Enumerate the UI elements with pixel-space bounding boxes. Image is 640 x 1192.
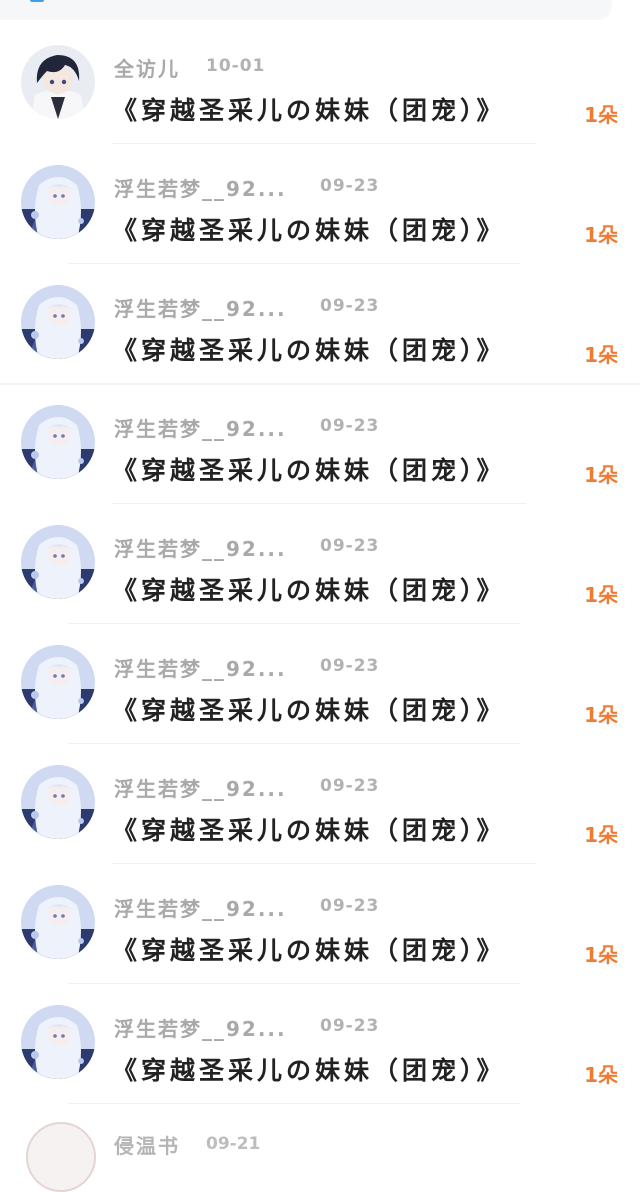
list-item[interactable]: 浮生若梦__92... 09-23 《穿越圣采儿の妹妹（团宠）》 1朵 — [0, 865, 640, 985]
top-card — [0, 0, 612, 20]
date: 09-23 — [320, 656, 380, 676]
username[interactable]: 全访儿 — [114, 53, 180, 82]
avatar-girl-anime-icon — [21, 645, 95, 719]
date: 09-23 — [320, 896, 380, 916]
book-title[interactable]: 《穿越圣采儿の妹妹（团宠）》 — [112, 571, 506, 607]
username[interactable]: 浮生若梦__92... — [114, 773, 287, 802]
avatar[interactable] — [21, 405, 95, 479]
avatar[interactable] — [21, 165, 95, 239]
date: 09-21 — [206, 1134, 261, 1154]
row-divider — [112, 143, 536, 144]
book-title[interactable]: 《穿越圣采儿の妹妹（团宠）》 — [112, 331, 506, 367]
date: 10-01 — [206, 56, 266, 76]
row-divider — [68, 743, 520, 744]
date: 09-23 — [320, 536, 380, 556]
avatar-girl-anime-icon — [21, 405, 95, 479]
username[interactable]: 浮生若梦__92... — [114, 293, 287, 322]
list-item[interactable]: 浮生若梦__92... 09-23 《穿越圣采儿の妹妹（团宠）》 1朵 — [0, 625, 640, 745]
list-item[interactable]: 浮生若梦__92... 09-23 《穿越圣采儿の妹妹（团宠）》 1朵 — [0, 745, 640, 865]
book-title[interactable]: 《穿越圣采儿の妹妹（团宠）》 — [112, 211, 506, 247]
username[interactable]: 浮生若梦__92... — [114, 173, 287, 202]
row-divider — [68, 983, 520, 984]
top-card-accent — [30, 0, 44, 2]
list-item[interactable]: 浮生若梦__92... 09-23 《穿越圣采儿の妹妹（团宠）》 1朵 — [0, 385, 640, 505]
book-title[interactable]: 《穿越圣采儿の妹妹（团宠）》 — [112, 691, 506, 727]
flower-count: 1朵 — [584, 943, 618, 967]
list-item[interactable]: 浮生若梦__92... 09-23 《穿越圣采儿の妹妹（团宠）》 1朵 — [0, 985, 640, 1105]
date: 09-23 — [320, 1016, 380, 1036]
list-item[interactable]: 浮生若梦__92... 09-23 《穿越圣采儿の妹妹（团宠）》 1朵 — [0, 145, 640, 265]
avatar[interactable] — [21, 765, 95, 839]
username[interactable]: 浮生若梦__92... — [114, 533, 287, 562]
avatar[interactable] — [21, 45, 95, 119]
book-title[interactable]: 《穿越圣采儿の妹妹（团宠）》 — [112, 811, 506, 847]
date: 09-23 — [320, 416, 380, 436]
avatar[interactable] — [21, 1005, 95, 1079]
avatar[interactable] — [21, 885, 95, 959]
date: 09-23 — [320, 176, 380, 196]
row-divider — [68, 263, 520, 264]
flower-count: 1朵 — [584, 1063, 618, 1087]
avatar-girl-anime-icon — [21, 885, 95, 959]
avatar[interactable] — [21, 285, 95, 359]
flower-count: 1朵 — [584, 583, 618, 607]
row-divider — [68, 1103, 520, 1104]
gift-list: 全访儿 10-01 《穿越圣采儿の妹妹（团宠）》 1朵 浮生若梦__92... … — [0, 25, 640, 1105]
username[interactable]: 浮生若梦__92... — [114, 893, 287, 922]
avatar-girl-anime-icon — [21, 165, 95, 239]
avatar[interactable] — [21, 525, 95, 599]
avatar-girl-anime-icon — [21, 525, 95, 599]
date: 09-23 — [320, 296, 380, 316]
avatar[interactable] — [26, 1122, 96, 1192]
list-item[interactable]: 浮生若梦__92... 09-23 《穿越圣采儿の妹妹（团宠）》 1朵 — [0, 505, 640, 625]
list-item[interactable]: 浮生若梦__92... 09-23 《穿越圣采儿の妹妹（团宠）》 1朵 — [0, 265, 640, 385]
row-divider — [68, 623, 520, 624]
book-title[interactable]: 《穿越圣采儿の妹妹（团宠）》 — [112, 91, 506, 127]
book-title[interactable]: 《穿越圣采儿の妹妹（团宠）》 — [112, 931, 506, 967]
avatar-girl-anime-icon — [21, 285, 95, 359]
avatar-girl-anime-icon — [21, 765, 95, 839]
flower-count: 1朵 — [584, 823, 618, 847]
avatar[interactable] — [21, 645, 95, 719]
row-divider — [112, 503, 526, 504]
avatar-girl-anime-icon — [21, 1005, 95, 1079]
list-item[interactable]: 全访儿 10-01 《穿越圣采儿の妹妹（团宠）》 1朵 — [0, 25, 640, 145]
section-divider — [0, 383, 640, 385]
flower-count: 1朵 — [584, 223, 618, 247]
date: 09-23 — [320, 776, 380, 796]
row-divider — [112, 863, 536, 864]
username[interactable]: 浮生若梦__92... — [114, 1013, 287, 1042]
book-title[interactable]: 《穿越圣采儿の妹妹（团宠）》 — [112, 451, 506, 487]
flower-count: 1朵 — [584, 703, 618, 727]
flower-count: 1朵 — [584, 343, 618, 367]
flower-count: 1朵 — [584, 103, 618, 127]
avatar-boy-anime-icon — [21, 45, 95, 119]
book-title[interactable]: 《穿越圣采儿の妹妹（团宠）》 — [112, 1051, 506, 1087]
username[interactable]: 浮生若梦__92... — [114, 413, 287, 442]
username[interactable]: 侵温书 — [114, 1130, 180, 1159]
username[interactable]: 浮生若梦__92... — [114, 653, 287, 682]
flower-count: 1朵 — [584, 463, 618, 487]
